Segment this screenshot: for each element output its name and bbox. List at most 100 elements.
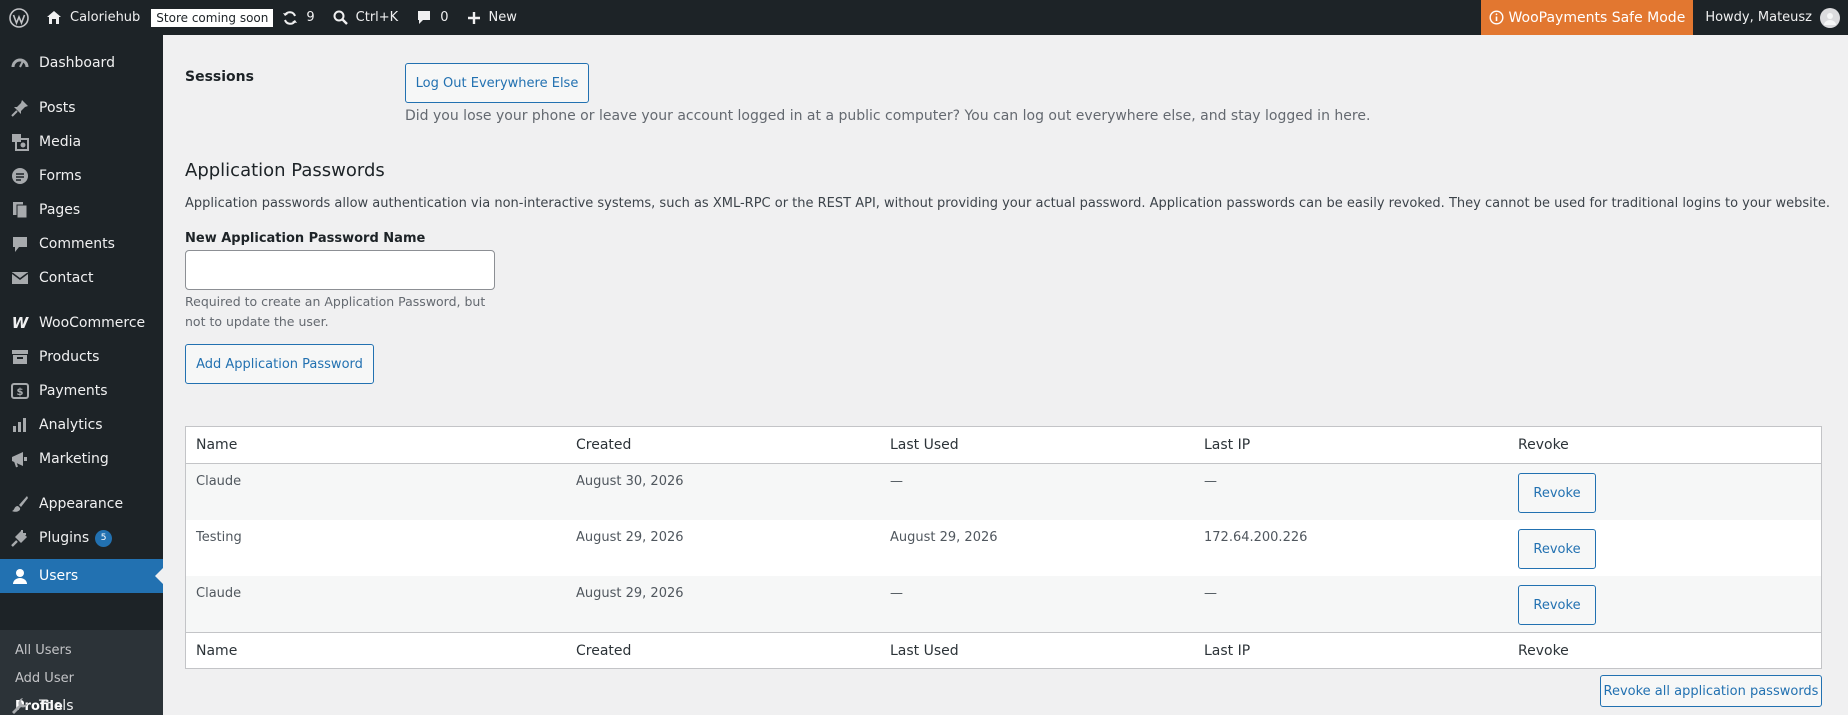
sessions-label: Sessions <box>185 69 254 85</box>
svg-text:$: $ <box>17 387 24 398</box>
updates-link[interactable]: 9 <box>273 0 323 35</box>
wordpress-logo-icon[interactable] <box>0 0 37 35</box>
profile-content: Sessions Log Out Everywhere Else Did you… <box>163 35 1848 715</box>
revoke-button[interactable]: Revoke <box>1518 473 1596 513</box>
column-header-created: Created <box>576 437 632 453</box>
cell-last-ip: — <box>1204 586 1217 601</box>
wrench-icon <box>10 697 30 715</box>
add-application-password-button[interactable]: Add Application Password <box>185 344 374 384</box>
user-account-menu[interactable]: Howdy, Mateusz <box>1693 0 1848 35</box>
sidebar-item-products[interactable]: Products <box>0 340 163 374</box>
table-footer-row: Name Created Last Used Last IP Revoke <box>186 632 1821 668</box>
revoke-button[interactable]: Revoke <box>1518 529 1596 569</box>
sidebar-item-label: Media <box>39 134 82 150</box>
cell-name: Claude <box>196 474 242 489</box>
plugins-update-count-badge: 5 <box>95 529 113 547</box>
sidebar-item-comments[interactable]: Comments <box>0 227 163 261</box>
plugin-icon <box>10 529 30 547</box>
sidebar-item-appearance[interactable]: Appearance <box>0 487 163 521</box>
pages-icon <box>10 201 30 219</box>
new-app-password-help: Required to create an Application Passwo… <box>185 294 486 329</box>
cell-last-used: — <box>890 474 903 489</box>
updates-count: 9 <box>306 10 315 25</box>
sidebar-item-dashboard[interactable]: Dashboard <box>0 46 163 80</box>
sidebar-item-label: WooCommerce <box>39 315 146 331</box>
megaphone-icon <box>10 450 30 468</box>
sidebar-item-pages[interactable]: Pages <box>0 193 163 227</box>
sidebar-item-marketing[interactable]: Marketing <box>0 442 163 476</box>
site-name: Caloriehub <box>70 10 141 25</box>
admin-bar: Caloriehub Store coming soon 9 Ctrl+K 0 … <box>0 0 1848 35</box>
updates-icon <box>282 10 298 26</box>
submenu-add-user[interactable]: Add User <box>15 671 74 686</box>
plus-icon <box>467 11 481 25</box>
cell-created: August 29, 2026 <box>576 530 684 545</box>
search-icon <box>333 10 348 25</box>
sidebar-item-label: Payments <box>39 383 108 399</box>
submenu-all-users[interactable]: All Users <box>15 643 72 658</box>
comments-icon <box>10 236 30 253</box>
woopayments-safe-mode-notice[interactable]: WooPayments Safe Mode <box>1480 0 1694 35</box>
sidebar-item-users[interactable]: Users <box>0 559 163 593</box>
payments-icon: $ <box>10 383 30 399</box>
search-shortcut: Ctrl+K <box>355 10 399 25</box>
new-app-password-name-input[interactable] <box>185 250 495 290</box>
home-icon <box>46 10 62 25</box>
cell-name: Testing <box>196 530 242 545</box>
dashboard-icon <box>10 55 30 71</box>
sidebar-item-payments[interactable]: $ Payments <box>0 374 163 408</box>
sidebar-item-label: Users <box>39 568 79 584</box>
site-name-link[interactable]: Caloriehub <box>37 0 149 35</box>
users-icon <box>10 568 30 584</box>
sidebar-item-plugins[interactable]: Plugins 5 <box>0 521 163 555</box>
application-passwords-intro: Application passwords allow authenticati… <box>185 196 1831 211</box>
comment-bubble-icon <box>416 10 432 25</box>
sidebar-item-woocommerce[interactable]: W WooCommerce <box>0 306 163 340</box>
log-out-everywhere-button[interactable]: Log Out Everywhere Else <box>405 63 589 103</box>
sidebar-item-contact[interactable]: Contact <box>0 261 163 295</box>
info-icon <box>1489 10 1504 25</box>
store-status-badge[interactable]: Store coming soon <box>151 8 274 27</box>
command-palette-link[interactable]: Ctrl+K <box>324 0 408 35</box>
new-app-password-label: New Application Password Name <box>185 231 426 246</box>
comments-count: 0 <box>440 10 449 25</box>
cell-last-used: — <box>890 586 903 601</box>
new-label: New <box>488 10 517 25</box>
sidebar-item-label: Products <box>39 349 100 365</box>
archive-icon <box>10 349 30 365</box>
cell-created: August 29, 2026 <box>576 586 684 601</box>
column-footer-revoke: Revoke <box>1518 643 1569 659</box>
cell-created: August 30, 2026 <box>576 474 684 489</box>
sidebar-item-label: Pages <box>39 202 81 218</box>
sidebar-item-label: Appearance <box>39 496 124 512</box>
sidebar-item-media[interactable]: Media <box>0 125 163 159</box>
sidebar-item-label: Contact <box>39 270 94 286</box>
sidebar-item-forms[interactable]: Forms <box>0 159 163 193</box>
column-header-last-ip: Last IP <box>1204 437 1251 453</box>
woocommerce-icon: W <box>11 314 29 332</box>
new-content-link[interactable]: New <box>458 0 526 35</box>
column-header-last-used: Last Used <box>890 437 959 453</box>
sidebar-item-label: Posts <box>39 100 76 116</box>
howdy-label: Howdy, Mateusz <box>1705 10 1812 25</box>
column-footer-last-used: Last Used <box>890 643 959 659</box>
mail-icon <box>10 271 30 285</box>
sidebar-item-label: Dashboard <box>39 55 115 71</box>
pin-icon <box>10 99 30 117</box>
column-footer-created: Created <box>576 643 632 659</box>
analytics-icon <box>10 417 30 433</box>
revoke-all-application-passwords-button[interactable]: Revoke all application passwords <box>1600 675 1822 707</box>
comments-link[interactable]: 0 <box>407 0 457 35</box>
sidebar-item-posts[interactable]: Posts <box>0 91 163 125</box>
sidebar-item-analytics[interactable]: Analytics <box>0 408 163 442</box>
forms-icon <box>10 167 30 185</box>
sidebar-item-label: Marketing <box>39 451 109 467</box>
application-passwords-heading: Application Passwords <box>185 160 385 181</box>
sessions-description: Did you lose your phone or leave your ac… <box>405 108 1371 124</box>
column-footer-name: Name <box>196 643 238 659</box>
media-icon <box>10 133 30 151</box>
brush-icon <box>10 495 30 513</box>
revoke-button[interactable]: Revoke <box>1518 585 1596 625</box>
cell-last-ip: 172.64.200.226 <box>1204 530 1308 545</box>
sidebar-item-tools[interactable]: Tools <box>0 689 163 715</box>
